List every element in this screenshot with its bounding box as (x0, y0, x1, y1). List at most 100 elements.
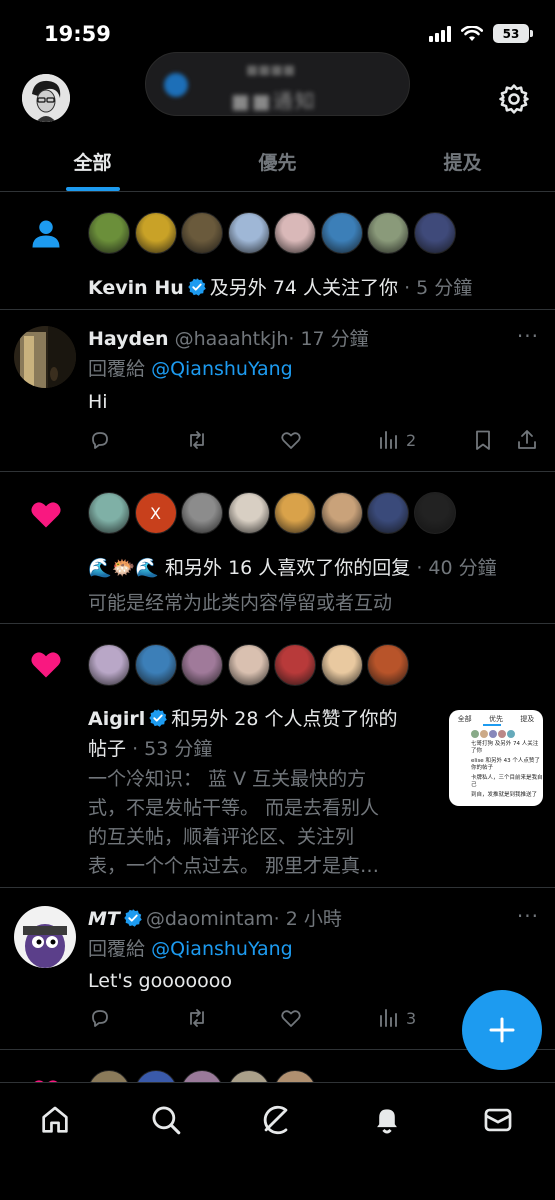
bookmark-button[interactable] (471, 428, 495, 452)
liker-avatars: X (88, 492, 460, 534)
hayden-time: · 17 分鐘 (288, 328, 369, 350)
user-avatar[interactable] (88, 492, 130, 534)
reply-mention[interactable]: @QianshuYang (151, 358, 293, 380)
follower-avatars (88, 212, 460, 254)
thumb-line: 卡牌私人，三个目前来是我自己 (471, 775, 543, 788)
reply-icon (92, 1010, 108, 1027)
user-avatar[interactable] (367, 644, 409, 686)
reply-prefix: 回覆給 (88, 938, 146, 960)
mail-icon[interactable] (481, 1103, 515, 1137)
heart-icon (31, 652, 61, 678)
post-body-line: 一个冷知识： 蓝 V 互关最快的方 (88, 768, 367, 790)
follow-time: · 5 分鐘 (404, 277, 473, 299)
follow-text-line: Kevin Hu 及另外 74 人关注了你 · 5 分鐘 (88, 273, 472, 300)
compose-button[interactable] (462, 990, 542, 1070)
like-post-time: · 53 分鐘 (132, 738, 213, 760)
user-avatar[interactable] (181, 644, 223, 686)
share-icon (518, 430, 536, 449)
follower-name[interactable]: Kevin Hu (88, 277, 184, 299)
status-icons: 53 (429, 24, 533, 43)
notification-tabs: 全部 優先 提及 (0, 130, 555, 192)
user-avatar[interactable] (134, 644, 177, 686)
hayden-actions: 2 (88, 428, 543, 456)
like-reply-text: 和另外 16 人喜欢了你的回复 (165, 557, 411, 579)
post-body-line: 的互关帖，顺着评论区、关注列 (88, 826, 355, 848)
user-avatar[interactable] (88, 212, 130, 254)
follow-text: 及另外 74 人关注了你 (209, 277, 399, 299)
heart-icon (31, 502, 61, 528)
user-avatar[interactable] (367, 212, 409, 254)
like-reply-text-line: 🌊🐡🌊 和另外 16 人喜欢了你的回复 · 40 分鐘 (88, 553, 497, 580)
user-avatar[interactable] (181, 212, 223, 254)
user-avatar[interactable] (134, 212, 177, 254)
mt-name[interactable]: MT (88, 908, 120, 930)
hayden-avatar[interactable] (14, 326, 76, 388)
user-avatar[interactable] (413, 212, 456, 254)
views-button[interactable]: 2 (376, 428, 416, 452)
user-avatar[interactable] (181, 492, 223, 534)
liker-emoji-name[interactable]: 🌊🐡🌊 (88, 557, 159, 579)
views-button[interactable]: 3 (376, 1006, 416, 1030)
thumb-tab-indicator (483, 724, 501, 726)
partial-avatars (88, 1070, 321, 1082)
person-icon (32, 220, 60, 248)
post-liker-avatars (88, 644, 414, 686)
like-post-text-line-2: 帖子 · 53 分鐘 (88, 734, 212, 761)
user-avatar[interactable] (320, 492, 363, 534)
mt-reply-to: 回覆給 @QianshuYang (88, 934, 293, 961)
user-avatar[interactable] (227, 644, 270, 686)
mt-header: MT @daomintam· 2 小時 (88, 904, 342, 931)
mt-avatar[interactable] (14, 906, 76, 968)
gear-icon[interactable] (497, 82, 531, 116)
repost-button[interactable] (185, 428, 209, 452)
profile-avatar[interactable] (22, 74, 70, 122)
tab-mentions[interactable]: 提及 (370, 130, 555, 191)
user-avatar[interactable] (367, 492, 409, 534)
liker-name[interactable]: Aigirl (88, 708, 145, 730)
heart-icon (281, 432, 301, 449)
like-reply-notification[interactable]: X 🌊🐡🌊 和另外 16 人喜欢了你的回复 · 40 分鐘 可能是经常为此类内容… (0, 472, 555, 624)
status-time: 19:59 (44, 22, 111, 46)
verified-icon (188, 278, 206, 296)
more-options-icon[interactable]: ··· (517, 324, 539, 348)
like-button[interactable] (279, 1006, 303, 1030)
user-avatar[interactable]: X (134, 492, 177, 534)
post-thumbnail[interactable]: 全部 优先 提及 七哥打狗 及另外 74 人关注了你 elise 和另外 43 … (449, 710, 543, 806)
more-options-icon[interactable]: ··· (517, 904, 539, 928)
follow-notification[interactable]: Kevin Hu 及另外 74 人关注了你 · 5 分鐘 (0, 192, 555, 310)
reply-prefix: 回覆給 (88, 358, 146, 380)
tab-all[interactable]: 全部 (0, 130, 185, 191)
thumb-avatars (449, 730, 543, 738)
user-avatar[interactable] (88, 644, 130, 686)
tab-priority[interactable]: 優先 (185, 130, 370, 191)
search-icon[interactable] (149, 1103, 183, 1137)
hayden-name[interactable]: Hayden (88, 328, 169, 350)
repost-button[interactable] (185, 1006, 209, 1030)
user-avatar[interactable] (320, 212, 363, 254)
user-avatar[interactable] (274, 212, 316, 254)
like-post-text: 和另外 28 个人点赞了你的 (171, 708, 398, 730)
reply-mention[interactable]: @QianshuYang (151, 938, 293, 960)
user-avatar[interactable] (274, 644, 316, 686)
grok-icon[interactable] (259, 1103, 293, 1137)
home-icon[interactable] (38, 1103, 72, 1137)
like-post-text-2: 帖子 (88, 738, 127, 760)
notification-banner[interactable]: ■■■■ ■■通知 (145, 52, 410, 116)
views-icon (380, 431, 397, 449)
user-avatar[interactable] (274, 492, 316, 534)
bell-icon[interactable] (370, 1103, 404, 1137)
verified-icon (149, 709, 167, 727)
reply-notification-hayden[interactable]: Hayden @haaahtkjh· 17 分鐘 ··· 回覆給 @Qiansh… (0, 310, 555, 472)
user-avatar[interactable] (227, 492, 270, 534)
reply-button[interactable] (88, 428, 112, 452)
share-button[interactable] (515, 428, 539, 452)
hayden-body: Hi (88, 391, 108, 413)
like-button[interactable] (279, 428, 303, 452)
user-avatar[interactable] (227, 212, 270, 254)
like-reply-note: 可能是经常为此类内容停留或者互动 (88, 592, 393, 614)
hayden-reply-to: 回覆給 @QianshuYang (88, 354, 293, 381)
battery-icon: 53 (493, 24, 533, 43)
user-avatar[interactable] (320, 644, 363, 686)
reply-button[interactable] (88, 1006, 112, 1030)
user-avatar[interactable] (413, 492, 456, 534)
